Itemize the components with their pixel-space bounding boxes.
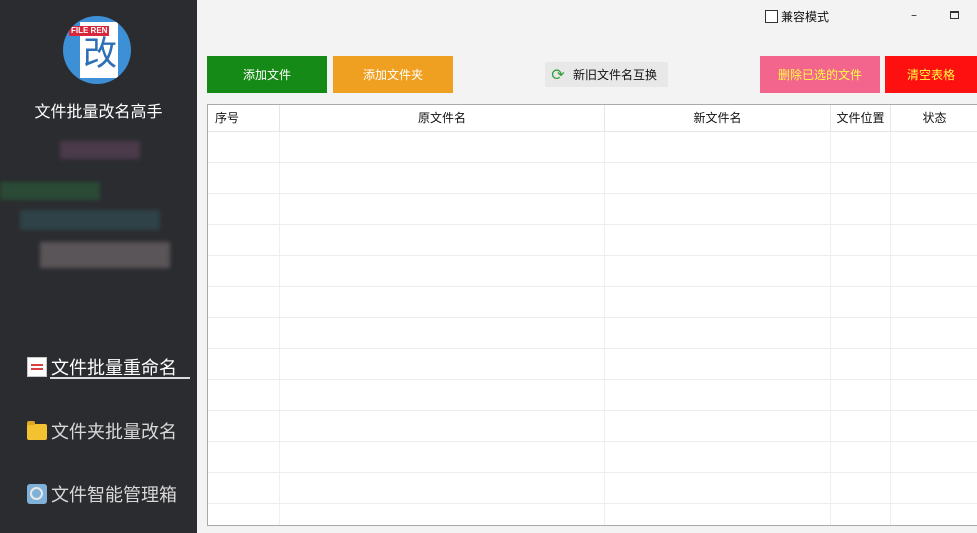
refresh-arrows-icon: ⟳ [551,64,565,84]
table-header: 序号 原文件名 新文件名 文件位置 状态 [208,105,977,132]
column-header-status[interactable]: 状态 [891,105,977,132]
blurred-user-info [20,210,160,230]
add-folder-button[interactable]: 添加文件夹 [333,56,453,93]
column-header-index[interactable]: 序号 [208,105,280,132]
table-row [208,411,977,442]
column-header-original-name[interactable]: 原文件名 [280,105,605,132]
table-row [208,442,977,473]
table-row [208,473,977,504]
compat-mode-toggle[interactable]: 兼容模式 [765,8,829,24]
app-logo: FILE REN 改 [63,16,131,84]
nav-item-label: 文件夹批量改名 [51,422,177,443]
column-header-location[interactable]: 文件位置 [831,105,891,132]
table-row [208,380,977,411]
active-nav-underline [50,377,190,379]
compat-mode-label: 兼容模式 [781,9,830,24]
blurred-user-info [0,182,100,200]
minimize-button[interactable]: – [904,5,924,25]
file-table[interactable]: 序号 原文件名 新文件名 文件位置 状态 [207,104,977,526]
maximize-icon [949,11,959,19]
maximize-button[interactable] [944,5,964,25]
table-row [208,318,977,349]
table-row [208,349,977,380]
table-row [208,132,977,163]
image-search-icon [27,484,47,504]
swap-names-label: 新旧文件名互换 [573,68,658,82]
blurred-user-info [60,141,140,159]
sidebar: FILE REN 改 文件批量改名高手 文件批量重命名 文件夹批量改名 文件智能… [0,0,197,533]
column-header-new-name[interactable]: 新文件名 [605,105,831,132]
table-row [208,225,977,256]
table-row [208,256,977,287]
app-title: 文件批量改名高手 [34,102,163,121]
swap-names-button[interactable]: ⟳ 新旧文件名互换 [545,62,668,87]
folder-icon [27,421,47,440]
delete-selected-button[interactable]: 删除已选的文件 [760,56,880,93]
compat-mode-checkbox[interactable] [765,9,778,23]
table-row [208,194,977,225]
minimize-icon: – [911,8,917,22]
document-list-icon [27,357,47,377]
nav-item-folder-rename[interactable]: 文件夹批量改名 [27,417,177,445]
logo-glyph: 改 [83,34,117,74]
nav-item-label: 文件智能管理箱 [51,485,177,506]
clear-table-button[interactable]: 清空表格 [885,56,977,93]
table-row [208,287,977,318]
add-file-button[interactable]: 添加文件 [207,56,327,93]
blurred-user-info [40,242,170,268]
table-row [208,163,977,194]
nav-item-file-manager[interactable]: 文件智能管理箱 [27,480,177,508]
